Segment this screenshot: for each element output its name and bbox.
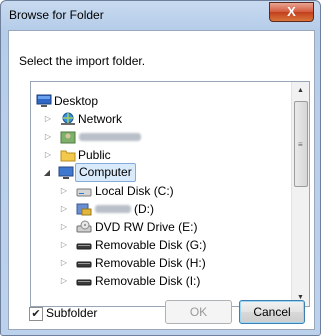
browse-for-folder-dialog: Browse for Folder X Select the import fo… <box>0 0 321 336</box>
tree-item-local-disk-c[interactable]: ▷ Local Disk (C:) <box>31 182 281 200</box>
tree-item-desktop[interactable]: Desktop <box>31 92 281 110</box>
title-bar[interactable]: Browse for Folder X <box>1 1 320 29</box>
redacted-text <box>79 133 141 141</box>
expand-icon[interactable]: ▷ <box>59 272 69 290</box>
tree-item-removable-h[interactable]: ▷ Removable Disk (H:) <box>31 254 281 272</box>
tree-item-computer[interactable]: ◢ Computer <box>31 163 281 182</box>
user-folder-icon <box>60 131 76 144</box>
redacted-text <box>95 205 131 213</box>
network-icon <box>61 112 75 125</box>
tree-item-drive-d[interactable]: ▷ (D:) <box>31 200 281 218</box>
scroll-up-button[interactable]: ▲ <box>292 82 309 99</box>
tree-item-label: (D:) <box>134 202 154 216</box>
dvd-drive-icon <box>76 220 92 233</box>
tree-item-public[interactable]: ▷ Public <box>31 146 281 164</box>
dialog-body: Select the import folder. Desktop ▷ Netw… <box>8 30 315 330</box>
collapse-icon[interactable]: ◢ <box>42 164 52 182</box>
arrow-up-icon: ▲ <box>297 87 304 94</box>
expand-icon[interactable]: ▷ <box>59 236 69 254</box>
expand-icon[interactable]: ▷ <box>43 128 53 146</box>
expand-icon[interactable]: ▷ <box>59 200 69 218</box>
close-button[interactable]: X <box>269 2 314 22</box>
tree-item-removable-g[interactable]: ▷ Removable Disk (G:) <box>31 236 281 254</box>
grip-icon: ≡ <box>298 140 303 149</box>
tree-item-label: Removable Disk (H:) <box>95 256 206 270</box>
removable-disk-icon <box>76 261 92 268</box>
vertical-scrollbar[interactable]: ▲ ≡ ▼ <box>291 82 309 306</box>
checkmark-icon: ✔ <box>31 308 41 320</box>
folder-tree-list: Desktop ▷ Network ▷ ▷ Public ◢ Computer … <box>31 82 291 306</box>
tree-item-label: Removable Disk (I:) <box>95 274 201 288</box>
cancel-button[interactable]: Cancel <box>239 300 305 324</box>
tree-item-network[interactable]: ▷ Network <box>31 110 281 128</box>
window-title: Browse for Folder <box>9 8 104 22</box>
expand-icon[interactable]: ▷ <box>59 254 69 272</box>
tree-item-dvd-e[interactable]: ▷ DVD RW Drive (E:) <box>31 218 281 236</box>
instruction-text: Select the import folder. <box>19 54 146 68</box>
tree-item-label: DVD RW Drive (E:) <box>95 220 198 234</box>
expand-icon[interactable]: ▷ <box>59 218 69 236</box>
expand-icon[interactable]: ▷ <box>43 146 53 164</box>
tree-item-label: Computer <box>75 163 136 182</box>
tree-item-label: Public <box>78 148 111 162</box>
tree-item-label: Network <box>78 112 123 126</box>
tree-item-user-folder[interactable]: ▷ <box>31 128 281 146</box>
computer-icon <box>58 166 74 179</box>
folder-icon <box>60 150 76 162</box>
folder-tree[interactable]: Desktop ▷ Network ▷ ▷ Public ◢ Computer … <box>30 81 310 307</box>
removable-disk-icon <box>76 243 92 250</box>
tree-item-removable-i[interactable]: ▷ Removable Disk (I:) <box>31 272 281 290</box>
drive-icon <box>76 203 92 216</box>
close-icon: X <box>287 4 296 19</box>
subfolder-label[interactable]: Subfolder <box>46 306 97 320</box>
expand-icon[interactable]: ▷ <box>59 182 69 200</box>
hard-disk-icon <box>76 188 92 197</box>
removable-disk-icon <box>76 279 92 286</box>
subfolder-checkbox[interactable]: ✔ <box>29 307 43 321</box>
tree-item-label: Desktop <box>54 94 99 108</box>
ok-button[interactable]: OK <box>165 300 232 324</box>
tree-item-label: Local Disk (C:) <box>95 184 174 198</box>
expand-icon[interactable]: ▷ <box>43 110 53 128</box>
scrollbar-thumb[interactable]: ≡ <box>294 101 308 187</box>
tree-item-label: Removable Disk (G:) <box>95 238 207 252</box>
desktop-icon <box>36 94 52 107</box>
